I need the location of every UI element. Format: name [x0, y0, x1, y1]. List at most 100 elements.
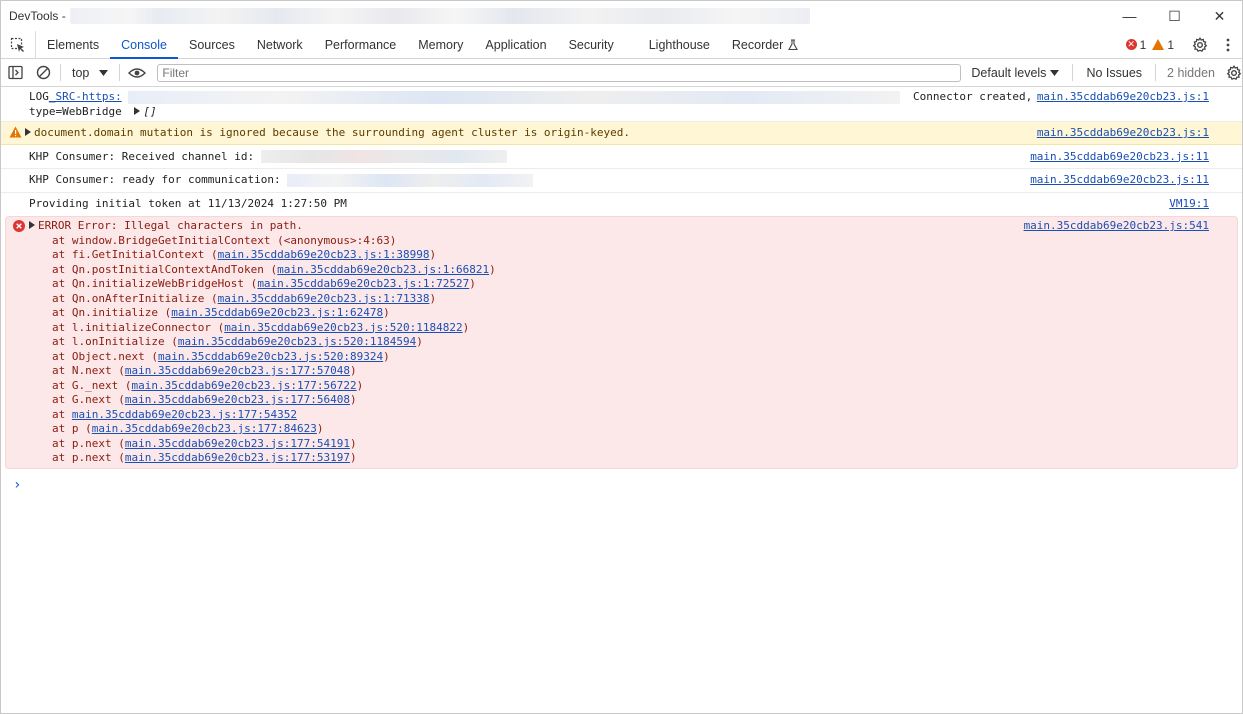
tab-console[interactable]: Console	[110, 31, 178, 59]
stack-frame-link[interactable]: main.35cddab69e20cb23.js:520:1184822	[224, 321, 462, 334]
stack-frame-link[interactable]: main.35cddab69e20cb23.js:1:38998	[218, 248, 430, 261]
stack-frame: at p.next (main.35cddab69e20cb23.js:177:…	[29, 451, 1207, 466]
stack-frame: at Qn.initialize (main.35cddab69e20cb23.…	[29, 306, 1207, 321]
clear-console-button[interactable]	[29, 59, 57, 86]
error-count-badge[interactable]: ✕ 1	[1125, 37, 1147, 52]
console-message-log: KHP Consumer: ready for communication: m…	[1, 169, 1242, 193]
stack-frame: at Qn.initializeWebBridgeHost (main.35cd…	[29, 277, 1207, 292]
stack-frame-link[interactable]: main.35cddab69e20cb23.js:1:66821	[277, 263, 489, 276]
tab-application[interactable]: Application	[474, 31, 557, 58]
log-text: KHP Consumer: Received channel id:	[29, 149, 255, 163]
stack-frame-function: at Object.next (	[52, 349, 158, 363]
log-array[interactable]: []	[143, 105, 156, 118]
sidebar-toggle-button[interactable]	[1, 59, 29, 86]
stack-frame-link[interactable]: main.35cddab69e20cb23.js:177:84623	[92, 422, 317, 435]
tab-elements[interactable]: Elements	[36, 31, 110, 58]
console-prompt[interactable]: ›	[1, 471, 1242, 499]
window-title: DevTools -	[1, 8, 810, 24]
log-text: KHP Consumer: ready for communication:	[29, 173, 281, 186]
inspect-element-button[interactable]	[1, 31, 36, 58]
source-link[interactable]: main.35cddab69e20cb23.js:541	[1024, 219, 1209, 234]
stack-frame-link[interactable]: main.35cddab69e20cb23.js:177:56722	[131, 379, 356, 392]
log-src-link[interactable]: _SRC-https:	[49, 90, 122, 103]
expand-arrow-icon[interactable]	[134, 106, 141, 115]
error-icon: ✕	[1125, 39, 1137, 50]
tab-performance[interactable]: Performance	[314, 31, 408, 58]
tab-recorder[interactable]: Recorder	[721, 31, 810, 58]
console-settings-gear-icon[interactable]	[1226, 64, 1242, 81]
stack-frame-link[interactable]: main.35cddab69e20cb23.js:520:89324	[158, 350, 383, 363]
toolbar-divider	[1072, 64, 1074, 81]
stack-frame-link[interactable]: main.35cddab69e20cb23.js:1:62478	[171, 306, 383, 319]
stack-frame-function: at G._next (	[52, 378, 132, 392]
window-title-text: DevTools -	[9, 9, 66, 23]
tab-recorder-label: Recorder	[731, 37, 784, 52]
stack-frame-end: )	[462, 320, 470, 334]
stack-frame-function: at fi.GetInitialContext (	[52, 248, 218, 261]
expand-arrow-icon[interactable]	[29, 221, 35, 229]
stack-frame-link[interactable]: main.35cddab69e20cb23.js:177:53197	[125, 451, 350, 464]
log-levels-label: Default levels	[971, 65, 1047, 80]
stack-frame: at Qn.postInitialContextAndToken (main.3…	[29, 263, 1207, 278]
hidden-count: 2 hidden	[1167, 65, 1215, 80]
toolbar-divider	[119, 64, 121, 81]
stack-frame-end: )	[316, 422, 324, 435]
stack-frame-function: at Qn.postInitialContextAndToken (	[52, 262, 278, 276]
stack-frame-end: )	[350, 436, 357, 450]
error-text: ERROR Error: Illegal characters in path.	[38, 219, 303, 232]
tab-memory[interactable]: Memory	[407, 31, 474, 58]
stack-frame-end: )	[383, 306, 390, 319]
maximize-button[interactable]: ☐	[1152, 1, 1197, 31]
stack-frame: at G._next (main.35cddab69e20cb23.js:177…	[29, 379, 1207, 394]
stack-frame-link[interactable]: main.35cddab69e20cb23.js:520:1184594	[178, 335, 416, 348]
window-controls: — ☐ ✕	[1107, 1, 1242, 31]
stack-frame-function: at window.BridgeGetInitialContext (<anon…	[52, 233, 397, 247]
stack-frame-link[interactable]: main.35cddab69e20cb23.js:1:72527	[257, 277, 469, 290]
stack-frame-function: at l.initializeConnector (	[52, 320, 225, 334]
live-expression-button[interactable]	[123, 59, 151, 86]
eye-icon	[128, 67, 147, 78]
tab-security[interactable]: Security	[558, 31, 638, 58]
console-message-warning: document.domain mutation is ignored beca…	[1, 122, 1242, 145]
inspect-icon	[10, 37, 24, 52]
error-count: 1	[1139, 37, 1147, 52]
warning-text: document.domain mutation is ignored beca…	[34, 126, 631, 139]
context-select[interactable]: top	[64, 66, 116, 80]
stack-frame-link[interactable]: main.35cddab69e20cb23.js:177:54352	[72, 408, 297, 421]
filter-input[interactable]	[157, 63, 962, 82]
stack-frame-link[interactable]: main.35cddab69e20cb23.js:177:54191	[125, 437, 350, 450]
tabs-right: ✕ 1 1	[1125, 31, 1242, 58]
source-link[interactable]: main.35cddab69e20cb23.js:11	[1030, 173, 1209, 188]
toolbar-divider	[60, 64, 61, 81]
source-link[interactable]: main.35cddab69e20cb23.js:11	[1030, 150, 1209, 165]
stack-frame-end: )	[429, 291, 437, 305]
error-stack-trace: at window.BridgeGetInitialContext (<anon…	[29, 234, 1207, 466]
console-message-log: KHP Consumer: Received channel id: main.…	[1, 145, 1242, 169]
stack-frame-end: )	[350, 393, 357, 406]
source-link[interactable]: VM19:1	[1169, 197, 1209, 212]
settings-gear-icon[interactable]	[1192, 36, 1208, 53]
stack-frame-function: at l.onInitialize (	[52, 335, 178, 348]
expand-arrow-icon[interactable]	[25, 128, 31, 136]
log-levels-select[interactable]: Default levels	[961, 66, 1069, 80]
source-link[interactable]: main.35cddab69e20cb23.js:1	[1037, 126, 1209, 141]
log-type: type=WebBridge	[29, 104, 122, 118]
title-bar: DevTools - — ☐ ✕	[1, 1, 1242, 31]
issues-button[interactable]: No Issues	[1076, 66, 1152, 80]
console-message-log: LOG_SRC-https: Connector created, type=W…	[1, 87, 1242, 122]
log-right-text: Connector created,	[912, 90, 1033, 103]
more-options-icon[interactable]	[1222, 37, 1234, 53]
stack-frame-link[interactable]: main.35cddab69e20cb23.js:177:56408	[125, 393, 350, 406]
tab-network[interactable]: Network	[246, 31, 314, 58]
stack-frame-end: )	[469, 277, 476, 290]
minimize-button[interactable]: —	[1107, 1, 1152, 31]
close-button[interactable]: ✕	[1197, 1, 1242, 31]
tab-sources[interactable]: Sources	[178, 31, 246, 58]
source-link[interactable]: main.35cddab69e20cb23.js:1	[1037, 90, 1209, 105]
tab-lighthouse[interactable]: Lighthouse	[638, 31, 721, 58]
stack-frame-link[interactable]: main.35cddab69e20cb23.js:1:71338	[218, 292, 430, 305]
dropdown-arrow-icon	[1050, 69, 1060, 76]
stack-frame-function: at Qn.onAfterInitialize (	[52, 291, 218, 305]
warning-count-badge[interactable]: 1	[1152, 38, 1174, 52]
stack-frame-link[interactable]: main.35cddab69e20cb23.js:177:57048	[125, 364, 350, 377]
